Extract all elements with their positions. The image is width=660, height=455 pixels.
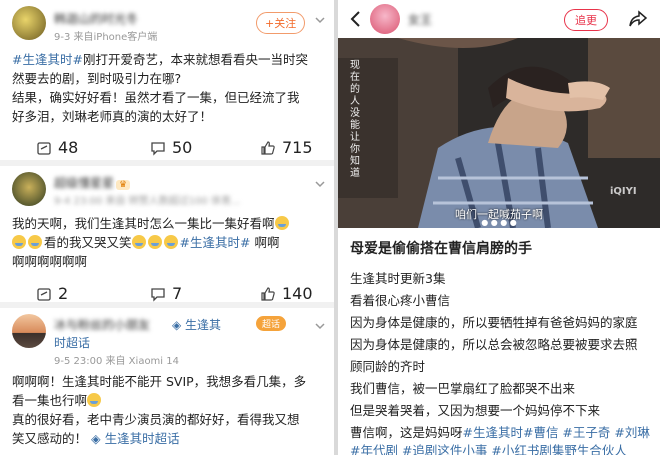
topic-tag[interactable]: #生逢其时# (12, 52, 83, 67)
post-meta: 9-5 23:00 来自 Xiaomi 14 (54, 356, 179, 367)
repost-icon (37, 287, 51, 301)
like-count: 140 (282, 284, 313, 303)
note-line: 但是哭着哭着，又因为想要一个妈妈停不下来 (350, 403, 601, 418)
laugh-cry-emoji-icon (163, 235, 178, 249)
note-line: 我们曹信，被一巴掌扇红了脸都哭不出来 (350, 381, 576, 396)
laugh-cry-emoji-icon (28, 235, 42, 249)
photo-vertical-text: 现在的人没能让你知道 (350, 60, 360, 179)
topic-link[interactable]: ◈ 生逢其 (172, 316, 221, 333)
vip-badge-icon: ♛ (116, 180, 131, 190)
avatar[interactable] (12, 314, 46, 348)
topic-tag[interactable]: #生逢其时# (180, 235, 251, 250)
avatar[interactable] (370, 4, 400, 34)
laugh-cry-emoji-icon (274, 216, 289, 230)
note-header: 女王 追更 (338, 0, 660, 38)
chevron-down-icon[interactable] (314, 14, 326, 26)
comment-button[interactable]: 50 (150, 138, 192, 157)
post-body: #生逢其时#刚打开爱奇艺，本来就想看看央一当时突 然要去的剧，到时吸引力在哪? … (12, 52, 308, 124)
note-line: 曹信啊，这是妈妈呀#生逢其时#曹信 #王子奇 #刘琳 (350, 425, 650, 440)
carousel-dots[interactable]: ● ● ● ● (338, 218, 660, 227)
note-line: 生逢其时更新3集 (350, 271, 446, 286)
hashtag-links[interactable]: #年代剧 #追剧这件小事 #小红书剧集野生合伙人 (350, 443, 627, 455)
laugh-cry-emoji-icon (12, 235, 26, 249)
post-meta: 9-4 23:00 来自 转赞人数超过100 体育... (54, 196, 241, 207)
topic-link[interactable]: ◈ 生逢其时超话 (91, 431, 180, 446)
comment-count: 7 (172, 284, 183, 303)
laugh-cry-emoji-icon (147, 235, 162, 249)
note-line: 因为身体是健康的，所以总会被忽略总要被要求去照 (350, 337, 638, 352)
chaohua-badge: 超话 (256, 316, 287, 331)
post-meta: 9-3 来自iPhone客户端 (54, 32, 158, 43)
drama-still-image[interactable]: 现在的人没能让你知道 咱们一起喊茄子啊 iQIYI ● ● ● ● (338, 38, 660, 228)
crying-emoji-icon (87, 393, 102, 407)
scene-illustration (338, 38, 660, 228)
chevron-down-icon[interactable] (314, 178, 326, 190)
repost-count: 2 (58, 284, 69, 303)
back-arrow-icon[interactable] (348, 10, 364, 28)
post-3: 冰与粉丝的小朋友 ◈ 生逢其 时超话 超话 9-5 23:00 来自 Xiaom… (0, 308, 334, 455)
note-line: 看着很心疼小曹信 (350, 293, 451, 308)
repost-button[interactable]: 2 (36, 284, 68, 303)
username[interactable]: 韩迦山的时光冬 (54, 10, 138, 27)
post-1: 韩迦山的时光冬 9-3 来自iPhone客户端 +关注 #生逢其时#刚打开爱奇艺… (0, 0, 334, 160)
repost-count: 48 (58, 138, 79, 157)
note-line: 因为身体是健康的，所以要牺牲掉有爸爸妈妈的家庭 (350, 315, 638, 330)
comment-icon (151, 287, 165, 302)
like-count: 715 (282, 138, 313, 157)
avatar[interactable] (12, 6, 46, 40)
weibo-feed: 韩迦山的时光冬 9-3 来自iPhone客户端 +关注 #生逢其时#刚打开爱奇艺… (0, 0, 334, 455)
note-line: 顾同龄的齐时 (350, 359, 426, 374)
username[interactable]: 女王 (408, 11, 432, 28)
share-icon[interactable] (628, 10, 648, 28)
hashtag-links[interactable]: #生逢其时#曹信 #王子奇 #刘琳 (463, 425, 650, 440)
follow-button[interactable]: +关注 (256, 12, 306, 34)
like-button[interactable]: 715 (260, 138, 313, 157)
post-2: 超级懂星星 ♛ 9-4 23:00 来自 转赞人数超过100 体育... 我的天啊… (0, 166, 334, 303)
comment-count: 50 (172, 138, 193, 157)
follow-button[interactable]: 追更 (564, 9, 608, 31)
note-line: #年代剧 #追剧这件小事 #小红书剧集野生合伙人 (350, 440, 627, 455)
post-body: 我的天啊，我们生逢其时怎么一集比一集好看啊 看的我又哭又笑 #生逢其时# 啊啊 啊… (12, 214, 328, 271)
post-body: 啊啊啊！生逢其时能不能开 SVIP，我想多看几集，多 看一集也行啊 真的很好看，… (12, 374, 307, 446)
iqiyi-watermark: iQIYI (610, 186, 637, 197)
username[interactable]: 超级懂星星 ♛ (54, 174, 131, 191)
repost-icon (37, 141, 51, 155)
chevron-down-icon[interactable] (314, 320, 326, 332)
xiaohongshu-note: 女王 追更 现在的人没能让你知道 咱们一起喊茄子啊 iQIYI ● ● ● ● … (338, 0, 660, 455)
topic-link-cont[interactable]: 时超话 (54, 334, 90, 351)
comment-icon (151, 141, 165, 156)
username[interactable]: 冰与粉丝的小朋友 (54, 316, 150, 333)
comment-button[interactable]: 7 (150, 284, 182, 303)
note-title: 母爱是偷偷搭在曹信肩膀的手 (350, 241, 532, 257)
like-button[interactable]: 140 (260, 284, 313, 303)
repost-button[interactable]: 48 (36, 138, 78, 157)
laugh-cry-emoji-icon (131, 235, 146, 249)
thumbs-up-icon (261, 286, 275, 301)
thumbs-up-icon (261, 140, 275, 155)
avatar[interactable] (12, 172, 46, 206)
